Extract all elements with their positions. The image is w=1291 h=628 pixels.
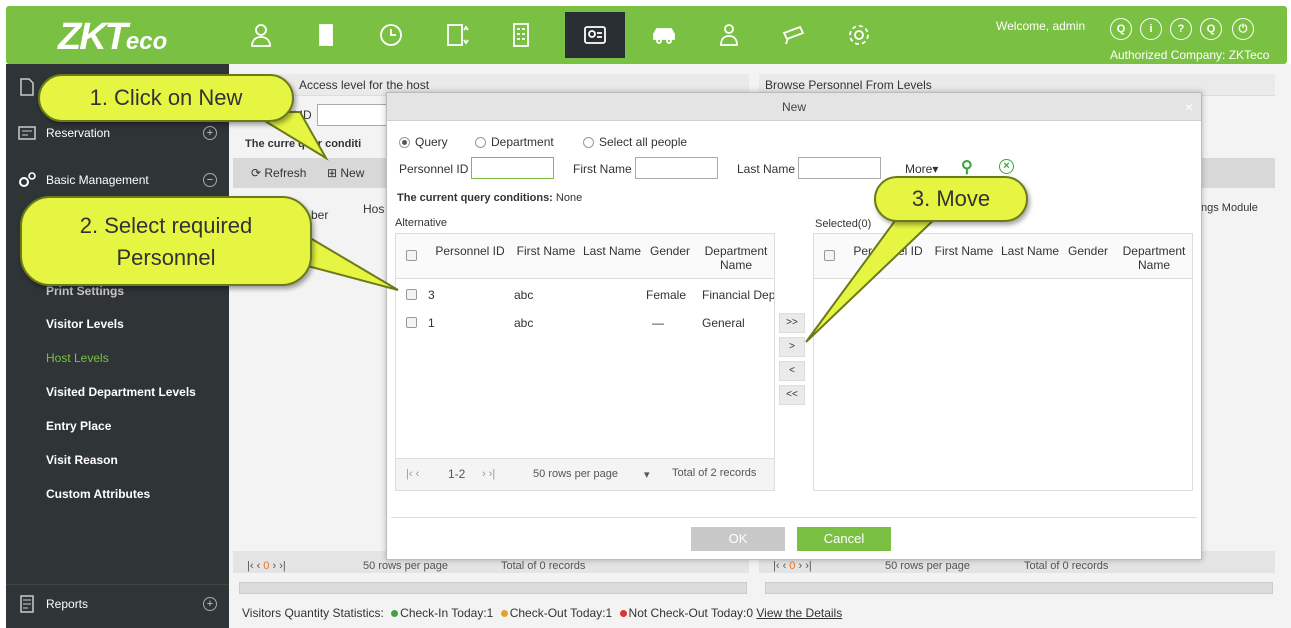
- callout-click-new: 1. Click on New: [38, 74, 294, 122]
- callout2-pointer: [299, 230, 399, 291]
- callout-select-personnel: 2. Select required Personnel: [20, 196, 312, 286]
- callout-line: Personnel: [116, 245, 216, 270]
- app-window: ZKTeco Welcome, admin Q i ? Q ⏻ Authoriz…: [0, 0, 1291, 628]
- callout-move: 3. Move: [874, 176, 1028, 222]
- callout3-pointer: [805, 213, 943, 343]
- callout-line: 2. Select required: [79, 213, 253, 238]
